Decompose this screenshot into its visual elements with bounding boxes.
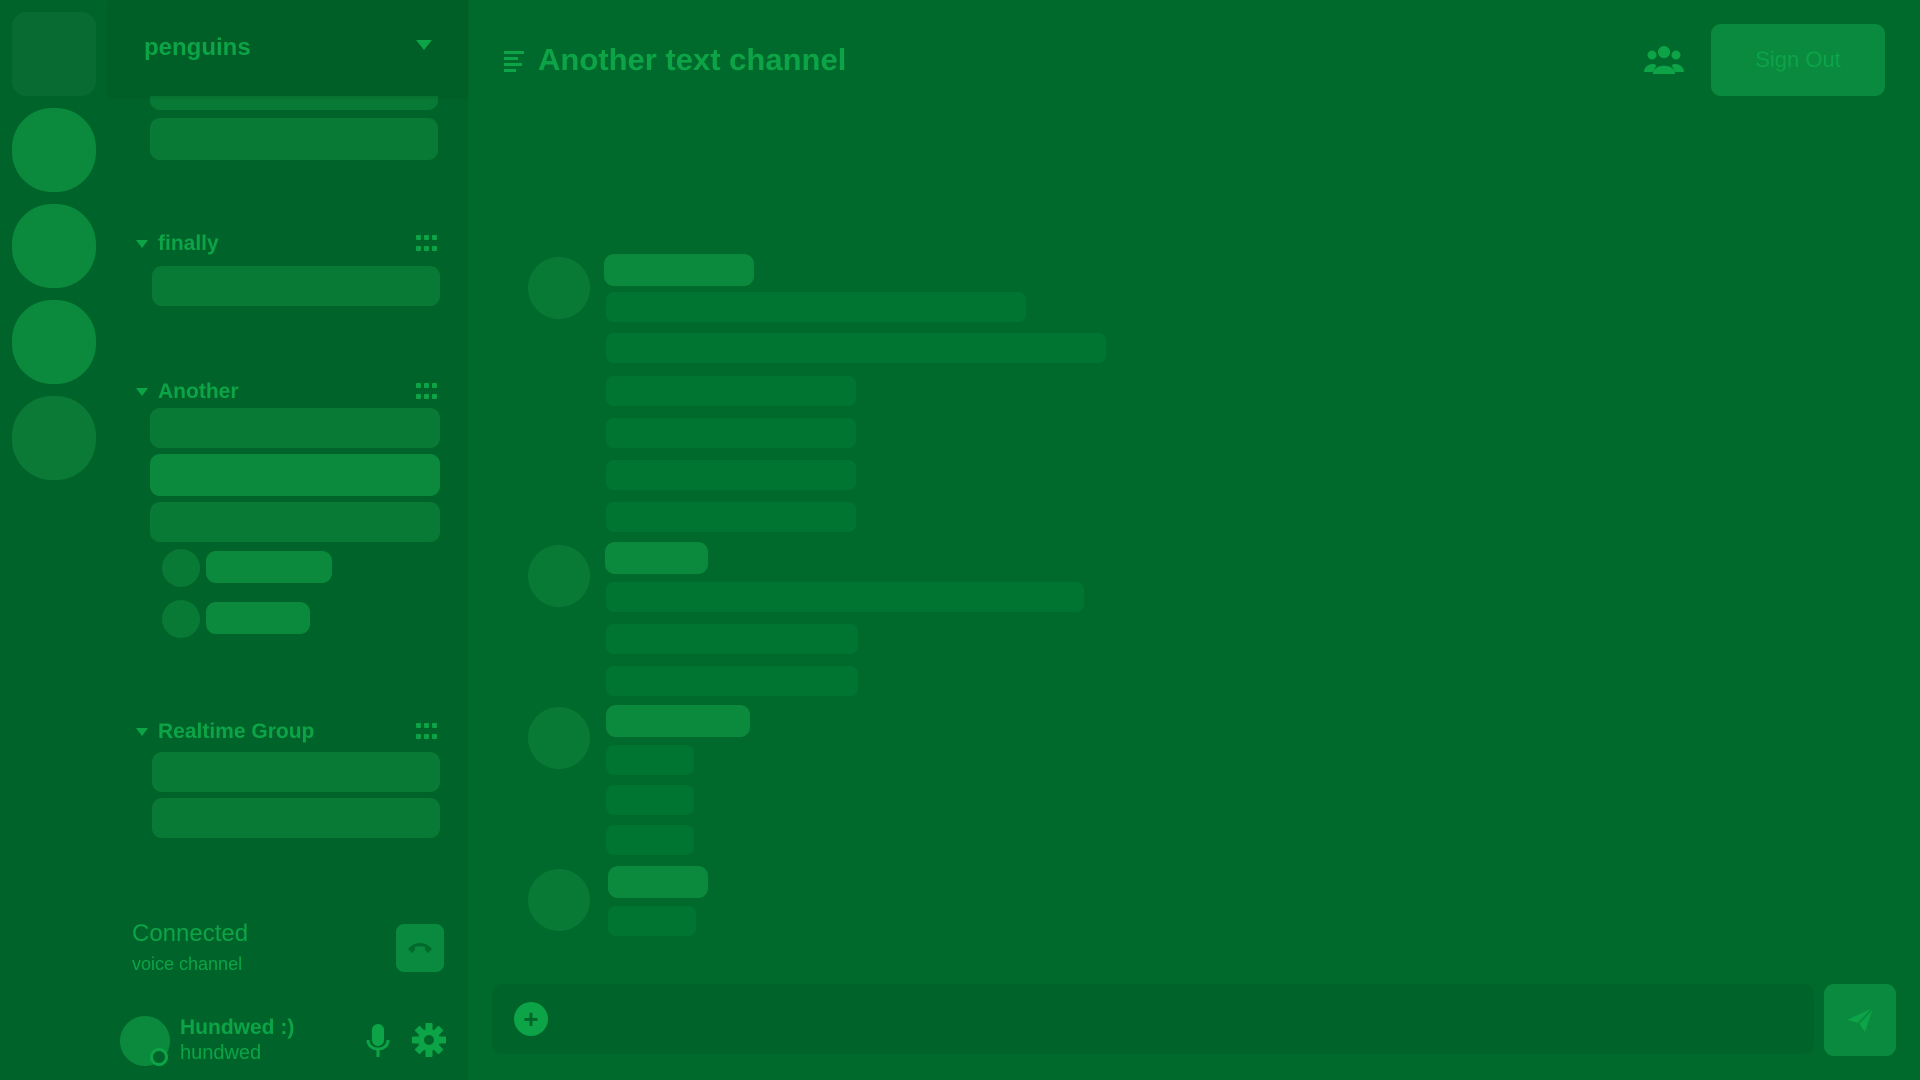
server-icon[interactable] [12, 204, 96, 288]
server-icon[interactable] [12, 108, 96, 192]
server-icon[interactable] [12, 396, 96, 480]
channel-sidebar: penguins finally Another Realtime Group … [108, 0, 468, 1080]
page-title: Another text channel [538, 42, 847, 77]
main-content: Another text channel Sign Out + [468, 0, 1920, 1080]
voice-member-avatar [162, 549, 200, 587]
channel-item[interactable] [152, 798, 440, 838]
message-avatar[interactable] [528, 545, 590, 607]
members-button[interactable] [1644, 44, 1684, 76]
category-header[interactable]: Another [128, 378, 448, 406]
channel-item[interactable] [152, 266, 440, 306]
message-line [606, 292, 1026, 322]
message-author[interactable] [604, 254, 754, 286]
category-label: Another [158, 380, 239, 403]
channel-item[interactable] [150, 408, 440, 448]
voice-status: Connected [132, 920, 249, 947]
settings-button[interactable] [410, 1020, 448, 1060]
channel-item[interactable] [152, 752, 440, 792]
gear-icon [412, 1023, 446, 1057]
message-line [608, 906, 696, 936]
message-line [606, 418, 856, 448]
disconnect-button[interactable] [396, 924, 444, 972]
voice-connection-panel: Connected voice channel [108, 896, 468, 996]
chevron-down-icon[interactable] [416, 40, 432, 50]
grid-icon[interactable] [416, 235, 438, 253]
message-composer: + [492, 984, 1814, 1054]
text-channel-icon [504, 51, 524, 72]
server-header[interactable]: penguins [108, 0, 468, 96]
message-avatar[interactable] [528, 257, 590, 319]
message-line [606, 624, 858, 654]
message-line [606, 460, 856, 490]
channel-item-active[interactable] [150, 454, 440, 496]
home-button[interactable] [12, 12, 96, 96]
message-line [606, 376, 856, 406]
voice-channel-name: voice channel [132, 954, 243, 974]
send-icon [1847, 1007, 1874, 1032]
sign-out-button[interactable]: Sign Out [1711, 24, 1885, 96]
message-author[interactable] [608, 866, 708, 898]
server-name: penguins [144, 34, 251, 61]
members-icon [1644, 46, 1684, 74]
user-panel: Hundwed :) hundwed [108, 996, 468, 1080]
category-label: Realtime Group [158, 720, 315, 743]
channel-item[interactable] [150, 502, 440, 542]
message-line [606, 745, 694, 775]
grid-icon[interactable] [416, 723, 438, 741]
message-line [606, 502, 856, 532]
message-line [606, 333, 1106, 363]
category-header[interactable]: finally [128, 230, 448, 258]
phone-hangup-icon [408, 943, 432, 953]
user-username: hundwed [180, 1042, 262, 1064]
message-line [606, 825, 694, 855]
grid-icon[interactable] [416, 383, 438, 401]
category-header[interactable]: Realtime Group [128, 718, 448, 746]
microphone-icon [366, 1024, 390, 1057]
voice-member-name [206, 602, 310, 634]
message-line [606, 582, 1084, 612]
plus-icon: + [523, 1004, 539, 1034]
server-rail [0, 0, 108, 1080]
chevron-down-icon [136, 240, 148, 248]
category-label: finally [158, 232, 219, 255]
message-line [606, 785, 694, 815]
chevron-down-icon [136, 388, 148, 396]
add-attachment-button[interactable]: + [514, 1002, 548, 1036]
voice-member-name [206, 551, 332, 583]
user-display-name: Hundwed :) [180, 1016, 295, 1039]
message-author[interactable] [605, 542, 708, 574]
server-icon[interactable] [12, 300, 96, 384]
voice-member-avatar [162, 600, 200, 638]
channel-header: Another text channel Sign Out [468, 0, 1920, 120]
mute-button[interactable] [362, 1020, 394, 1060]
send-button[interactable] [1824, 984, 1896, 1056]
message-author[interactable] [606, 705, 750, 737]
message-avatar[interactable] [528, 707, 590, 769]
status-indicator [150, 1048, 168, 1066]
message-avatar[interactable] [528, 869, 590, 931]
message-line [606, 666, 858, 696]
channel-item[interactable] [150, 118, 438, 160]
chevron-down-icon [136, 728, 148, 736]
message-input[interactable] [564, 996, 1794, 1042]
